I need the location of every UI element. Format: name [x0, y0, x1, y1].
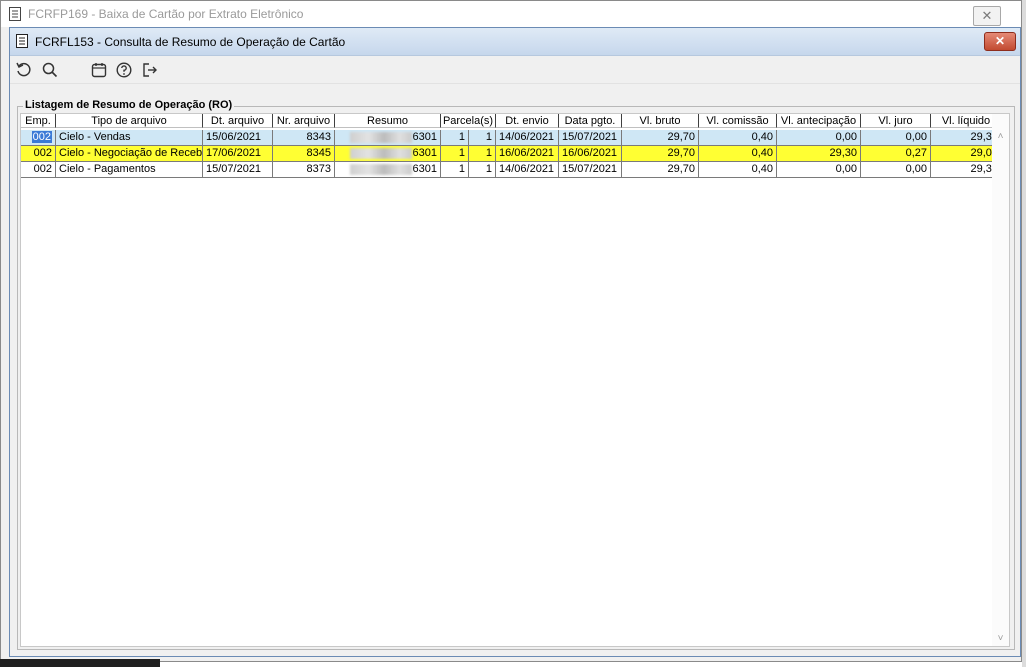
grid-header: Emp. Tipo de arquivo Dt. arquivo Nr. arq… — [21, 114, 1002, 129]
document-icon — [9, 7, 21, 24]
nr-arquivo-cell[interactable]: 8343 — [273, 130, 335, 146]
vertical-scrollbar[interactable]: ˄ ˅ — [992, 114, 1009, 646]
vl-bruto-cell[interactable]: 29,70 — [622, 130, 699, 146]
col-header[interactable]: Vl. antecipação — [777, 114, 861, 128]
parcelas-cell[interactable]: 1 — [469, 130, 496, 146]
parcelas-cell[interactable]: 1 — [469, 162, 496, 178]
group-title: Listagem de Resumo de Operação (RO) — [23, 99, 235, 111]
vl-antecipacao-cell[interactable]: 0,00 — [777, 130, 861, 146]
resumo-value: 6301 — [412, 147, 437, 159]
emp-cell[interactable]: 002 — [21, 162, 56, 178]
dt-arquivo-cell[interactable]: 15/06/2021 — [203, 130, 273, 146]
col-header[interactable]: Data pgto. — [559, 114, 622, 128]
table-row[interactable]: 002 Cielo - Negociação de Recebi 17/06/2… — [21, 146, 1002, 162]
emp-cell[interactable]: 002 — [21, 130, 56, 146]
col-header[interactable]: Nr. arquivo — [273, 114, 335, 128]
emp-cell[interactable]: 002 — [21, 146, 56, 162]
col-header[interactable]: Emp. — [21, 114, 56, 128]
ro-grid[interactable]: Emp. Tipo de arquivo Dt. arquivo Nr. arq… — [20, 113, 1010, 647]
data-pgto-cell[interactable]: 15/07/2021 — [559, 162, 622, 178]
resumo-cell[interactable]: 6301 — [335, 146, 441, 162]
data-pgto-cell[interactable]: 16/06/2021 — [559, 146, 622, 162]
data-pgto-cell[interactable]: 15/07/2021 — [559, 130, 622, 146]
scroll-up-icon[interactable]: ˄ — [992, 131, 1009, 142]
calendar-icon[interactable] — [88, 59, 110, 81]
resumo-cell[interactable]: 6301 — [335, 162, 441, 178]
resumo-value: 6301 — [412, 163, 437, 175]
parcelas-cell[interactable]: 1 — [469, 146, 496, 162]
document-icon — [16, 34, 28, 51]
parcela-cell[interactable]: 1 — [441, 162, 469, 178]
vl-juro-cell[interactable]: 0,00 — [861, 130, 931, 146]
vl-antecipacao-cell[interactable]: 29,30 — [777, 146, 861, 162]
redacted-blur — [349, 147, 412, 159]
taskbar-fragment — [0, 659, 160, 667]
resumo-value: 6301 — [412, 131, 437, 143]
nr-arquivo-cell[interactable]: 8345 — [273, 146, 335, 162]
nr-arquivo-cell[interactable]: 8373 — [273, 162, 335, 178]
ro-listing-group: Listagem de Resumo de Operação (RO) Emp.… — [17, 99, 1015, 650]
table-row[interactable]: 002 Cielo - Vendas 15/06/2021 8343 6301 … — [21, 130, 1002, 146]
tipo-cell[interactable]: Cielo - Pagamentos — [56, 162, 203, 178]
dt-envio-cell[interactable]: 14/06/2021 — [496, 162, 559, 178]
scroll-down-icon[interactable]: ˅ — [992, 633, 1009, 644]
window-titlebar: FCRFL153 - Consulta de Resumo de Operaçã… — [10, 28, 1020, 56]
col-header[interactable]: Resumo — [335, 114, 441, 128]
redacted-blur — [349, 163, 412, 175]
vl-bruto-cell[interactable]: 29,70 — [622, 146, 699, 162]
col-header[interactable]: Parcela(s) — [441, 114, 496, 128]
parent-window-titlebar: FCRFP169 - Baixa de Cartão por Extrato E… — [1, 1, 1021, 27]
redacted-blur — [349, 131, 412, 143]
dt-envio-cell[interactable]: 16/06/2021 — [496, 146, 559, 162]
resumo-cell[interactable]: 6301 — [335, 130, 441, 146]
window-client: Listagem de Resumo de Operação (RO) Emp.… — [12, 84, 1018, 650]
search-icon[interactable] — [39, 59, 61, 81]
col-header[interactable]: Dt. arquivo — [203, 114, 273, 128]
close-button[interactable]: ✕ — [984, 32, 1016, 51]
col-header[interactable]: Tipo de arquivo — [56, 114, 203, 128]
table-row[interactable]: 002 Cielo - Pagamentos 15/07/2021 8373 6… — [21, 162, 1002, 178]
vl-comissao-cell[interactable]: 0,40 — [699, 162, 777, 178]
dt-envio-cell[interactable]: 14/06/2021 — [496, 130, 559, 146]
window-title: FCRFL153 - Consulta de Resumo de Operaçã… — [35, 35, 346, 49]
col-header[interactable]: Vl. juro — [861, 114, 931, 128]
vl-comissao-cell[interactable]: 0,40 — [699, 130, 777, 146]
vl-bruto-cell[interactable]: 29,70 — [622, 162, 699, 178]
parent-close-button[interactable]: ✕ — [973, 6, 1001, 26]
toolbar — [10, 56, 1020, 84]
tipo-cell[interactable]: Cielo - Vendas — [56, 130, 203, 146]
help-icon[interactable] — [113, 59, 135, 81]
desktop-edge — [1022, 0, 1026, 667]
parcela-cell[interactable]: 1 — [441, 146, 469, 162]
col-header[interactable]: Vl. bruto — [622, 114, 699, 128]
exit-icon[interactable] — [139, 59, 161, 81]
parent-window-title: FCRFP169 - Baixa de Cartão por Extrato E… — [28, 7, 304, 21]
emp-value: 002 — [31, 131, 52, 143]
consulta-window: FCRFL153 - Consulta de Resumo de Operaçã… — [9, 27, 1021, 657]
dt-arquivo-cell[interactable]: 17/06/2021 — [203, 146, 273, 162]
tipo-cell[interactable]: Cielo - Negociação de Recebi — [56, 146, 203, 162]
vl-comissao-cell[interactable]: 0,40 — [699, 146, 777, 162]
dt-arquivo-cell[interactable]: 15/07/2021 — [203, 162, 273, 178]
col-header[interactable]: Vl. comissão — [699, 114, 777, 128]
parcela-cell[interactable]: 1 — [441, 130, 469, 146]
vl-antecipacao-cell[interactable]: 0,00 — [777, 162, 861, 178]
refresh-icon[interactable] — [13, 59, 35, 81]
vl-juro-cell[interactable]: 0,00 — [861, 162, 931, 178]
col-header[interactable]: Dt. envio — [496, 114, 559, 128]
vl-juro-cell[interactable]: 0,27 — [861, 146, 931, 162]
